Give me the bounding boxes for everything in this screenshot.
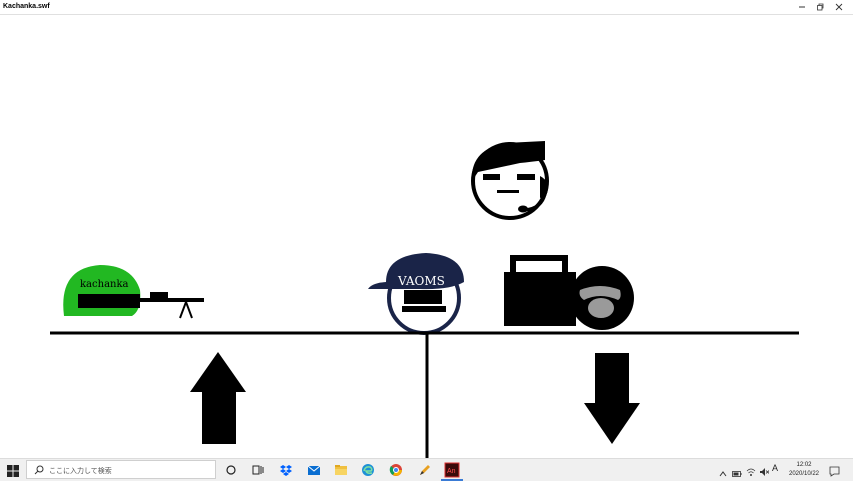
close-icon[interactable] (830, 0, 848, 14)
active-app-indicator (441, 479, 463, 481)
chevron-up-icon[interactable] (719, 465, 727, 483)
animate-app-icon[interactable]: An (444, 462, 460, 478)
clock-time: 12:02 (796, 462, 812, 468)
taskbar-search-box[interactable]: ここに入力して検索 (26, 460, 216, 479)
notification-icon[interactable] (829, 464, 840, 482)
ime-indicator[interactable]: A (772, 463, 778, 473)
mail-icon[interactable] (307, 463, 321, 477)
window-title: Kachanka.swf (3, 3, 50, 10)
search-icon (34, 465, 44, 477)
chrome-icon[interactable] (389, 463, 403, 477)
down-arrow-icon[interactable] (584, 353, 640, 444)
task-view-icon[interactable] (251, 463, 265, 477)
svg-text:An: An (447, 468, 456, 475)
volume-muted-icon[interactable] (759, 464, 770, 482)
kachanka-label: kachanka (80, 279, 129, 290)
kachanka-character: kachanka (63, 265, 204, 319)
taskbar-clock[interactable]: 12:02 2020/10/22 (782, 461, 826, 479)
up-arrow-icon[interactable] (190, 352, 246, 444)
video-camera-icon (504, 255, 634, 330)
taskbar: ここに入力して検索 An A 12:02 2020/10/22 (0, 458, 853, 481)
clock-date: 2020/10/22 (788, 471, 820, 477)
cortana-icon[interactable] (224, 463, 238, 477)
minimize-icon[interactable] (793, 0, 811, 14)
edge-icon[interactable] (361, 463, 375, 477)
pen-app-icon[interactable] (417, 463, 431, 477)
vaoms-label: VAOMS (397, 274, 445, 288)
file-explorer-icon[interactable] (334, 463, 348, 477)
window-titlebar: Kachanka.swf (0, 0, 853, 15)
battery-icon[interactable] (732, 465, 742, 483)
search-placeholder: ここに入力して検索 (49, 468, 112, 475)
flash-stage[interactable]: kachanka VAOMS (0, 15, 853, 458)
dropbox-icon[interactable] (279, 463, 293, 477)
network-icon[interactable] (746, 464, 756, 482)
restore-icon[interactable] (811, 0, 829, 14)
headset-operator-figure (471, 141, 549, 220)
windows-start-icon[interactable] (7, 464, 19, 477)
vaoms-character: VAOMS (368, 253, 464, 335)
